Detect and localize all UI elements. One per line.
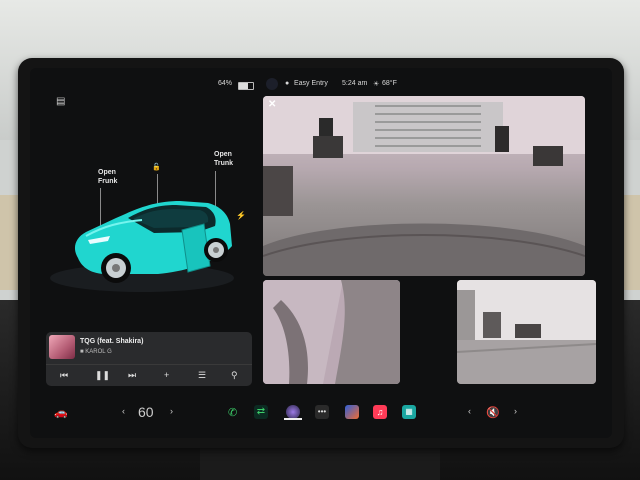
navigation-app-icon[interactable]: [345, 405, 359, 419]
left-repeater-camera-view[interactable]: [263, 280, 400, 384]
active-app-indicator: [284, 418, 302, 420]
temperature: 68°F: [382, 80, 397, 87]
clock: 5:24 am: [342, 80, 368, 87]
track-artist: ■ KAROL G: [80, 349, 112, 355]
previous-track-icon[interactable]: ⏮: [60, 370, 68, 381]
volume-up-chevron-icon[interactable]: ›: [514, 406, 517, 416]
more-apps-icon[interactable]: •••: [315, 405, 329, 419]
add-favorite-icon[interactable]: +: [164, 370, 169, 380]
car-visualization-panel: Open Frunk 🔓 Open Trunk ⚡: [30, 98, 262, 332]
status-bar: 64% ● Easy Entry 5:24 am ☀ 68°F: [30, 78, 612, 92]
touchscreen: 64% ● Easy Entry 5:24 am ☀ 68°F ▤ Open Fr…: [30, 68, 612, 438]
cabin-camera-icon: [266, 78, 278, 90]
calendar-app-icon[interactable]: ▦: [402, 405, 416, 419]
track-title: TQG (feat. Shakira): [80, 338, 144, 345]
temp-up-chevron-icon[interactable]: ›: [170, 406, 173, 416]
car-model-3d[interactable]: [30, 98, 262, 332]
artist-icon: ■: [80, 349, 84, 355]
left-camera-scene: [263, 280, 400, 384]
volume-down-chevron-icon[interactable]: ‹: [468, 406, 471, 416]
music-app-icon[interactable]: ♫: [373, 405, 387, 419]
equalizer-icon[interactable]: ☰: [198, 370, 206, 381]
media-player-card[interactable]: TQG (feat. Shakira) ■ KAROL G ⏮ ❚❚ ⏭ + ☰…: [46, 332, 252, 386]
driver-profile-name[interactable]: Easy Entry: [294, 80, 328, 87]
weather-icon: ☀: [373, 81, 380, 88]
battery-icon: [238, 82, 254, 90]
right-camera-scene: [457, 280, 596, 384]
media-controls: ⏮ ❚❚ ⏭ + ☰ ⚲: [46, 364, 252, 385]
search-icon[interactable]: ⚲: [231, 370, 238, 381]
climate-temperature[interactable]: 60: [138, 404, 154, 420]
temp-down-chevron-icon[interactable]: ‹: [122, 406, 125, 416]
camera-app-icon[interactable]: [286, 405, 300, 419]
pause-icon[interactable]: ❚❚: [95, 370, 110, 381]
right-repeater-camera-view[interactable]: [457, 280, 596, 384]
volume-muted-icon[interactable]: 🔇: [486, 406, 500, 419]
rear-camera-view[interactable]: [263, 96, 585, 276]
close-icon[interactable]: ✕: [268, 99, 276, 110]
album-art: [49, 335, 75, 359]
next-track-icon[interactable]: ⏭: [128, 370, 136, 381]
car-icon[interactable]: 🚗: [54, 406, 68, 419]
shuffle-app-icon[interactable]: ⇄: [254, 405, 268, 419]
bottom-dock: 🚗 ‹ 60 › ✆ ⇄ ••• ♫ ▦ ‹ 🔇 ›: [30, 398, 612, 434]
phone-icon[interactable]: ✆: [228, 406, 237, 419]
rear-camera-scene: [263, 96, 585, 276]
artist-name: KAROL G: [85, 349, 112, 355]
battery-percentage: 64%: [218, 80, 233, 87]
profile-icon[interactable]: ●: [285, 80, 289, 87]
